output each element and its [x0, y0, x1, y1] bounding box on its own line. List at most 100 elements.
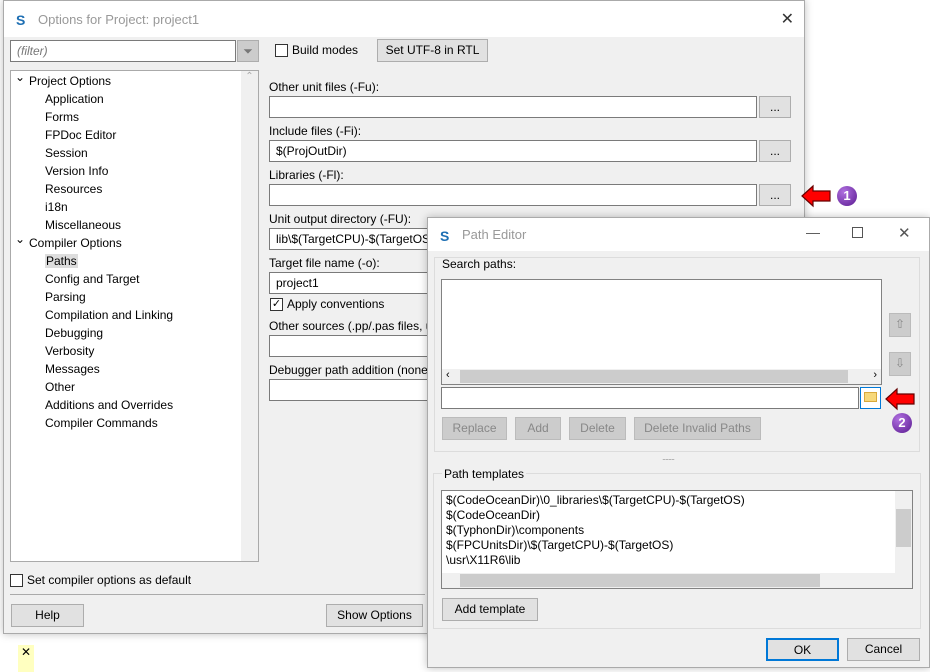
close-icon[interactable]: ✕ [781, 9, 794, 29]
move-up-button[interactable]: ⇧ [889, 313, 911, 337]
splitter[interactable]: ........ [662, 452, 675, 462]
tree-item[interactable]: Other [45, 378, 75, 396]
tree-item[interactable]: Session [45, 144, 88, 162]
tree-item-label: Session [45, 146, 88, 160]
path-templates-label: Path templates [442, 467, 527, 481]
tree-scrollbar[interactable]: ⌃ [241, 71, 258, 561]
search-paths-label: Search paths: [442, 257, 517, 271]
tree-item-label: Forms [45, 110, 79, 124]
marker-1: 1 [837, 186, 857, 206]
templates-vscroll[interactable] [895, 491, 912, 573]
tree-item-label: i18n [45, 200, 68, 214]
target-file-label: Target file name (-o): [269, 256, 380, 270]
browse-button[interactable]: ... [759, 96, 791, 118]
tree-item-label: Paths [45, 254, 78, 268]
apply-conventions-label: Apply conventions [287, 297, 385, 311]
include-files-input[interactable]: $(ProjOutDir) [269, 140, 757, 162]
tree-item-label: FPDoc Editor [45, 128, 117, 142]
include-files-label: Include files (-Fi): [269, 124, 362, 138]
minimize-icon[interactable]: — [806, 224, 820, 240]
tree-item-label: Compiler Commands [45, 416, 158, 430]
tree-item[interactable]: Parsing [45, 288, 86, 306]
tree-item[interactable]: ⌄ Project Options [15, 70, 112, 90]
filter-input[interactable]: (filter) [10, 40, 236, 62]
browse-folder-button[interactable] [860, 387, 881, 409]
unit-output-label: Unit output directory (-FU): [269, 212, 412, 226]
cancel-button[interactable]: Cancel [847, 638, 920, 661]
add-button[interactable]: Add [515, 417, 561, 440]
build-modes-checkbox[interactable]: Build modes [275, 43, 358, 58]
template-item[interactable]: $(FPCUnitsDir)\$(TargetCPU)-$(TargetOS) [446, 538, 745, 553]
tree-item-label: Additions and Overrides [45, 398, 174, 412]
template-item[interactable]: $(CodeOceanDir) [446, 508, 745, 523]
tree-item[interactable]: Compilation and Linking [45, 306, 173, 324]
tree-item-label: Compilation and Linking [45, 308, 174, 322]
apply-conventions-checkbox[interactable]: ✓ Apply conventions [270, 297, 385, 312]
chevron-down-icon[interactable]: ⌄ [15, 230, 29, 248]
tree-item[interactable]: Config and Target [45, 270, 140, 288]
options-title: Options for Project: project1 [38, 11, 200, 27]
chevron-down-icon[interactable]: ⌄ [15, 68, 29, 86]
template-item[interactable]: \usr\X11R6\lib [446, 553, 745, 568]
tree-item-label: Other [45, 380, 76, 394]
templates-hscroll[interactable] [442, 573, 912, 588]
template-item[interactable]: $(TyphonDir)\components [446, 523, 745, 538]
tree-item[interactable]: Verbosity [45, 342, 94, 360]
tree-item-label: Messages [45, 362, 100, 376]
set-utf8-button[interactable]: Set UTF-8 in RTL [377, 39, 488, 62]
tree-item[interactable]: Application [45, 90, 104, 108]
tree-item-label: Version Info [45, 164, 109, 178]
tree-item-label: Config and Target [45, 272, 140, 286]
tree-item[interactable]: Forms [45, 108, 79, 126]
options-tree[interactable]: ⌄ Project Options Application Forms FPDoc E… [10, 70, 259, 562]
tree-item[interactable]: Messages [45, 360, 100, 378]
marker-2: 2 [892, 413, 912, 433]
browse-button[interactable]: ... [759, 184, 791, 206]
background-grid [18, 628, 428, 672]
debugger-path-label: Debugger path addition (none [269, 363, 428, 377]
set-default-label: Set compiler options as default [27, 573, 192, 587]
tree-item[interactable]: Miscellaneous [45, 216, 121, 234]
browse-button[interactable]: ... [759, 140, 791, 162]
tree-item[interactable]: Version Info [45, 162, 108, 180]
tree-item[interactable]: Additions and Overrides [45, 396, 173, 414]
folder-icon [864, 392, 877, 402]
tree-item-label: Parsing [45, 290, 86, 304]
ok-button[interactable]: OK [766, 638, 839, 661]
other-unit-files-label: Other unit files (-Fu): [269, 80, 380, 94]
search-paths-list[interactable]: ‹ › [441, 279, 882, 385]
tree-item-label: Project Options [29, 74, 112, 88]
help-button[interactable]: Help [11, 604, 84, 627]
tree-item[interactable]: Paths [45, 252, 78, 270]
tree-item-label: Compiler Options [29, 236, 122, 250]
tree-item-label: Verbosity [45, 344, 95, 358]
tree-item[interactable]: Compiler Commands [45, 414, 158, 432]
close-icon[interactable]: ✕ [898, 224, 911, 242]
clear-filter-button[interactable]: ⏷ [237, 40, 259, 62]
set-default-checkbox[interactable]: Set compiler options as default [10, 573, 192, 588]
replace-button[interactable]: Replace [442, 417, 507, 440]
tree-item[interactable]: Debugging [45, 324, 103, 342]
tree-item[interactable]: FPDoc Editor [45, 126, 116, 144]
show-options-button[interactable]: Show Options [326, 604, 423, 627]
maximize-icon[interactable] [852, 227, 863, 238]
tree-item[interactable]: ⌄ Compiler Options [15, 232, 122, 252]
tree-item-label: Application [45, 92, 104, 106]
delete-invalid-paths-button[interactable]: Delete Invalid Paths [634, 417, 761, 440]
error-marker: ✕ [18, 645, 34, 672]
add-template-button[interactable]: Add template [442, 598, 538, 621]
path-input[interactable] [441, 387, 859, 409]
move-down-button[interactable]: ⇩ [889, 352, 911, 376]
tree-item[interactable]: i18n [45, 198, 68, 216]
delete-button[interactable]: Delete [569, 417, 626, 440]
tree-item[interactable]: Resources [45, 180, 102, 198]
libraries-input[interactable] [269, 184, 757, 206]
path-templates-list[interactable]: $(CodeOceanDir)\0_libraries\$(TargetCPU)… [441, 490, 913, 589]
tree-item-label: Resources [45, 182, 103, 196]
path-editor-titlebar: S Path Editor — ✕ [428, 218, 929, 251]
other-unit-files-input[interactable] [269, 96, 757, 118]
search-paths-hscroll[interactable]: ‹ › [442, 369, 881, 384]
app-logo-icon: S [16, 12, 26, 28]
template-item[interactable]: $(CodeOceanDir)\0_libraries\$(TargetCPU)… [446, 493, 745, 508]
tree-item-label: Miscellaneous [45, 218, 122, 232]
